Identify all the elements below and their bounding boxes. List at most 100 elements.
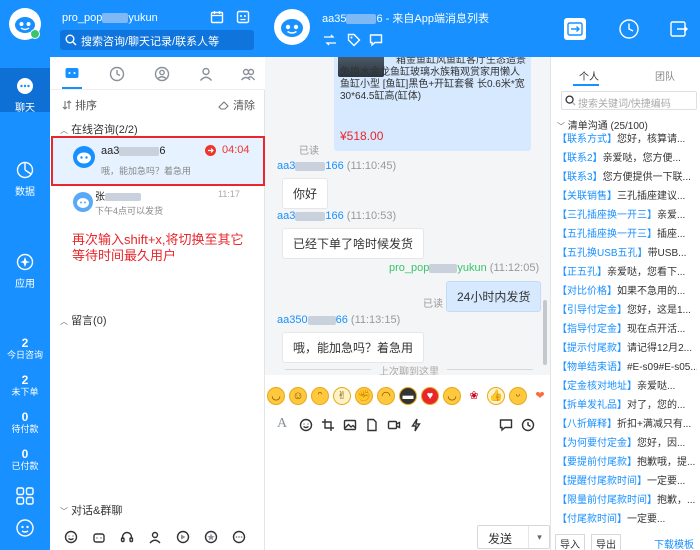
emoji-icon[interactable] xyxy=(299,418,313,432)
list-item[interactable]: 【拆单发礼品】对了，您的... xyxy=(557,399,697,413)
comment-icon[interactable] xyxy=(369,33,383,47)
emoji-icon[interactable] xyxy=(64,530,78,544)
tab-team[interactable]: 团队 xyxy=(655,68,675,83)
clock-icon[interactable] xyxy=(521,418,535,432)
tab-users[interactable] xyxy=(196,64,216,84)
product-description: 箱金鱼缸风鱼缸客厅生态造景免换水金龙鱼缸玻璃水族箱观赏家用懒人鱼缸小型 [鱼缸]… xyxy=(340,57,526,102)
tab-personal[interactable]: 个人 xyxy=(579,68,599,83)
search-placeholder: 搜索咨询/聊天记录/联系人等 xyxy=(81,36,220,48)
list-item[interactable]: 【三孔插座换一开三】亲爱... xyxy=(557,209,697,223)
emoji-icon[interactable]: ᵔ xyxy=(311,387,329,405)
list-item[interactable]: 【关联销售】三孔插座建议... xyxy=(557,190,697,204)
list-item[interactable]: 【提示付尾款】请记得12月2... xyxy=(557,342,697,356)
tab-chats[interactable] xyxy=(62,64,82,84)
emoji-icon[interactable]: ☺ xyxy=(289,387,307,405)
list-item[interactable]: 【八折解释】折扣+满减只有... xyxy=(557,418,697,432)
thumbs-up-emoji-icon[interactable]: 👍 xyxy=(487,387,505,405)
export-button[interactable]: 导出 xyxy=(591,534,621,550)
broadcast-icon[interactable] xyxy=(176,530,190,544)
emoji-icon[interactable]: ✌ xyxy=(333,387,351,405)
emoji-icon[interactable]: ◡ xyxy=(443,387,461,405)
category-header[interactable]: ﹀ 清单沟通 (25/100) xyxy=(557,117,648,132)
rail-data[interactable]: 数据 xyxy=(0,160,50,198)
calendar-icon[interactable] xyxy=(210,10,224,24)
list-item[interactable]: 【正五孔】亲爱哒，您看下... xyxy=(557,266,697,280)
transfer-icon[interactable] xyxy=(323,34,337,46)
list-item[interactable]: 【付尾款时间】一定要... xyxy=(557,513,697,527)
rail-data-label: 数据 xyxy=(15,187,35,198)
quick-reply-toggle[interactable] xyxy=(564,18,586,40)
last-read-divider: 上次聊到这里 xyxy=(265,363,550,375)
list-item[interactable]: 【为何要付定金】您好，因... xyxy=(557,437,697,451)
screenshot-icon[interactable] xyxy=(321,418,335,432)
tag-icon[interactable] xyxy=(347,33,361,47)
robot-icon[interactable] xyxy=(92,530,106,544)
list-item[interactable]: 【联系2】亲爱哒，您方便... xyxy=(557,152,697,166)
more-icon[interactable] xyxy=(232,530,246,544)
stat-not-ordered[interactable]: 2 未下单 xyxy=(0,374,50,398)
grid-menu-icon[interactable] xyxy=(15,486,35,506)
send-button[interactable]: 发送 ▾ xyxy=(477,525,550,549)
tab-contacts[interactable] xyxy=(152,64,172,84)
user-icon[interactable] xyxy=(148,530,162,544)
chat-scrollbar[interactable] xyxy=(543,300,547,365)
tab-groups[interactable] xyxy=(238,64,258,84)
rose-emoji-icon[interactable]: ❀ xyxy=(465,387,483,405)
stat-awaiting-payment[interactable]: 0 待付款 xyxy=(0,411,50,435)
message-input[interactable]: 发送 ▾ xyxy=(265,435,550,550)
stat-paid[interactable]: 0 已付款 xyxy=(0,448,50,472)
assistant-icon[interactable] xyxy=(15,518,35,538)
online-group-header[interactable]: ︿ 在线咨询(2/2) xyxy=(60,121,138,137)
app-window: 聊天 数据 应用 2 今日咨询 2 未下单 0 待付款 0 已付款 pro_po… xyxy=(0,0,700,550)
list-item[interactable]: 【提醒付尾款时间】一定要... xyxy=(557,475,697,489)
emoji-icon[interactable]: ✊ xyxy=(355,387,373,405)
message-list[interactable]: 箱金鱼缸风鱼缸客厅生态造景免换水金龙鱼缸玻璃水族箱观赏家用懒人鱼缸小型 [鱼缸]… xyxy=(265,57,550,375)
emoji-icon[interactable]: ♥ xyxy=(421,387,439,405)
rail-chat[interactable]: 聊天 xyxy=(0,68,50,114)
history-clock-icon[interactable] xyxy=(618,18,640,40)
list-item[interactable]: 【联系3】您方便提供一下联... xyxy=(557,171,697,185)
headset-icon[interactable] xyxy=(120,530,134,544)
import-button[interactable]: 导入 xyxy=(555,534,585,550)
sort-button[interactable]: 排序 xyxy=(62,97,97,113)
list-item[interactable]: 【物单结束语】#E-s09#E-s05... xyxy=(557,361,697,375)
group-chat-header[interactable]: ﹀ 对话&群聊 xyxy=(60,502,122,518)
exit-panel-icon[interactable] xyxy=(668,18,690,40)
tab-history[interactable] xyxy=(107,64,127,84)
product-card[interactable]: 箱金鱼缸风鱼缸客厅生态造景免换水金龙鱼缸玻璃水族箱观赏家用懒人鱼缸小型 [鱼缸]… xyxy=(334,57,531,151)
video-icon[interactable] xyxy=(387,418,401,432)
lightning-icon[interactable] xyxy=(409,418,423,432)
list-item[interactable]: 【引导付定金】您好，这是1... xyxy=(557,304,697,318)
list-item[interactable]: 【定金核对地址】亲爱哒... xyxy=(557,380,697,394)
emoji-icon[interactable]: ▬ xyxy=(399,387,417,405)
input-toolbar: A xyxy=(265,415,550,435)
font-icon[interactable]: A xyxy=(277,416,287,432)
list-item[interactable]: 【联系方式】您好，核算请... xyxy=(557,133,697,147)
emoji-icon[interactable]: ◠ xyxy=(377,387,395,405)
stat-today-consult[interactable]: 2 今日咨询 xyxy=(0,337,50,361)
message-group-header[interactable]: ︿ 留言(0) xyxy=(60,312,107,328)
search-icon xyxy=(565,95,576,106)
settings-box-icon[interactable] xyxy=(236,10,250,24)
list-item[interactable]: 【指导付定金】现在点开活... xyxy=(557,323,697,337)
reply-arrow-icon xyxy=(567,22,583,36)
clear-button[interactable]: 清除 xyxy=(218,97,255,113)
image-icon[interactable] xyxy=(343,418,357,432)
global-search[interactable]: 搜索咨询/聊天记录/联系人等 xyxy=(60,30,254,50)
list-item[interactable]: 张 下午4点可以发货 11:17 xyxy=(51,186,264,220)
panel-search-input[interactable]: 搜索关键词/快捷编码 xyxy=(561,91,697,110)
download-template-link[interactable]: 下载模板 xyxy=(654,536,694,550)
send-options-caret-icon[interactable]: ▾ xyxy=(528,526,550,548)
list-item[interactable]: 【对比价格】如果不急用的... xyxy=(557,285,697,299)
emoji-icon[interactable]: ◡ xyxy=(267,387,285,405)
list-item[interactable]: 【五孔换USB五孔】带USB... xyxy=(557,247,697,261)
heart-emoji-icon[interactable]: ❤ xyxy=(531,387,549,405)
file-icon[interactable] xyxy=(365,418,379,432)
star-icon[interactable] xyxy=(204,530,218,544)
list-item[interactable]: 【要提前付尾款】抱歉哦，提... xyxy=(557,456,697,470)
list-item[interactable]: 【限量前付尾款时间】抱歉，... xyxy=(557,494,697,508)
rail-apps[interactable]: 应用 xyxy=(0,252,50,290)
list-item[interactable]: 【五孔插座换一开三】插座... xyxy=(557,228,697,242)
emoji-icon[interactable]: ᵕ xyxy=(509,387,527,405)
chat-history-icon[interactable] xyxy=(499,418,513,432)
